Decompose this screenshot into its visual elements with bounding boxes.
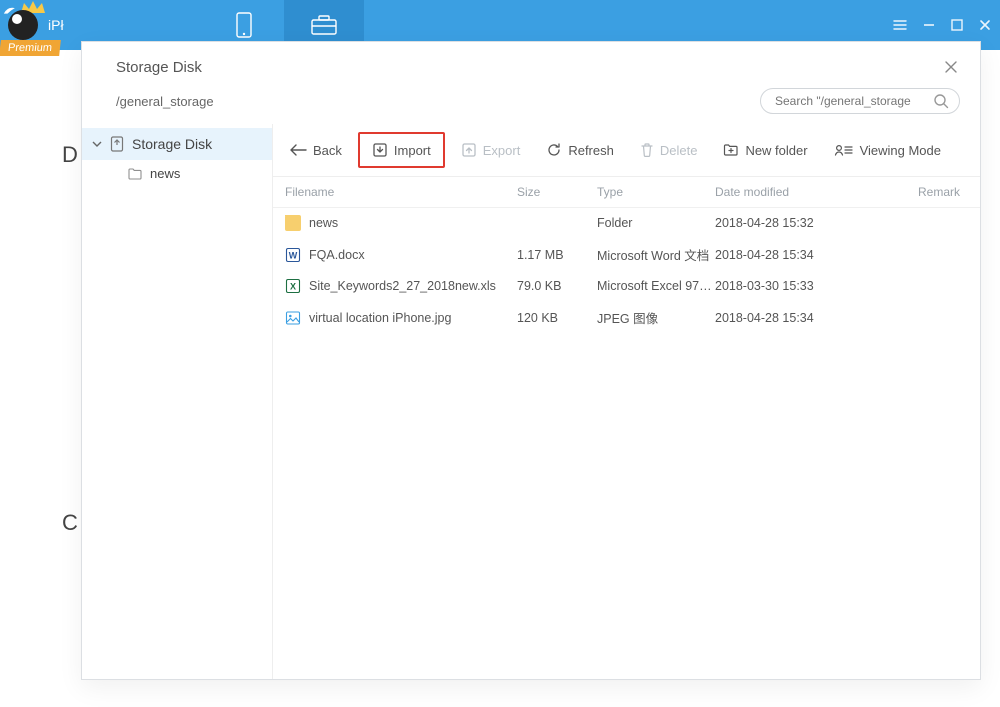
export-button[interactable]: Export: [451, 136, 531, 164]
brand-label: iPł: [48, 17, 64, 33]
arrow-left-icon: [289, 144, 307, 156]
svg-text:W: W: [289, 250, 298, 260]
menu-icon[interactable]: [892, 17, 908, 33]
refresh-button[interactable]: Refresh: [536, 136, 624, 164]
brand: iPł: [8, 10, 64, 40]
tree-child-news[interactable]: news: [82, 160, 272, 187]
trash-icon: [640, 142, 654, 158]
folder-icon: [128, 168, 142, 180]
bg-text-c: C: [62, 510, 78, 536]
image-file-icon: [285, 310, 301, 326]
tree-root-label: Storage Disk: [132, 136, 212, 152]
close-icon: [942, 58, 960, 76]
refresh-label: Refresh: [568, 143, 614, 158]
col-date[interactable]: Date modified: [715, 185, 841, 199]
cell-date: 2018-04-28 15:34: [715, 311, 841, 325]
window-close-button[interactable]: [978, 18, 992, 32]
back-label: Back: [313, 143, 342, 158]
cell-type: Folder: [597, 216, 715, 230]
cell-filename: FQA.docx: [309, 248, 365, 262]
folder-icon: [285, 215, 301, 231]
toolbox-icon: [310, 14, 338, 36]
back-button[interactable]: Back: [279, 137, 352, 164]
import-icon: [372, 142, 388, 158]
viewing-mode-label: Viewing Mode: [860, 143, 941, 158]
delete-button[interactable]: Delete: [630, 136, 708, 164]
col-size[interactable]: Size: [517, 185, 597, 199]
storage-disk-modal: Storage Disk /general_storage Storage Di…: [81, 41, 981, 680]
premium-badge: Premium: [0, 40, 61, 56]
cell-size: 79.0 KB: [517, 279, 597, 293]
toolbar: Back Import Export Refresh: [273, 124, 980, 177]
cell-size: 1.17 MB: [517, 248, 597, 262]
search-input[interactable]: [775, 94, 933, 108]
logo-icon: [8, 10, 38, 40]
cell-type: Microsoft Word 文档: [597, 245, 715, 264]
refresh-icon: [546, 142, 562, 158]
content-area: Back Import Export Refresh: [272, 124, 980, 679]
word-file-icon: W: [285, 247, 301, 263]
col-remark[interactable]: Remark: [841, 185, 968, 199]
cell-type: JPEG 图像: [597, 308, 715, 327]
excel-file-icon: X: [285, 278, 301, 294]
cell-filename: Site_Keywords2_27_2018new.xls: [309, 279, 496, 293]
chevron-down-icon: [92, 139, 102, 149]
table-body: news Folder 2018-04-28 15:32 W FQA.docx …: [273, 208, 980, 679]
minimize-button[interactable]: [922, 18, 936, 32]
table-row[interactable]: news Folder 2018-04-28 15:32: [273, 208, 980, 238]
tree-root-storage-disk[interactable]: Storage Disk: [82, 128, 272, 160]
search-box[interactable]: [760, 88, 960, 114]
modal-close-button[interactable]: [942, 58, 960, 76]
user-list-icon: [834, 143, 854, 157]
breadcrumb[interactable]: /general_storage: [116, 94, 214, 109]
sidebar: Storage Disk news: [82, 124, 272, 679]
svg-text:X: X: [290, 282, 296, 292]
bg-text-d: D: [62, 142, 78, 168]
table-row[interactable]: X Site_Keywords2_27_2018new.xls 79.0 KB …: [273, 271, 980, 301]
new-folder-button[interactable]: New folder: [713, 137, 817, 164]
modal-title: Storage Disk: [116, 59, 202, 76]
cell-filename: news: [309, 216, 338, 230]
new-folder-icon: [723, 143, 739, 157]
tree-child-label: news: [150, 166, 180, 181]
storage-icon: [110, 136, 124, 152]
new-folder-label: New folder: [745, 143, 807, 158]
import-label: Import: [394, 143, 431, 158]
viewing-mode-button[interactable]: Viewing Mode: [824, 137, 951, 164]
cell-date: 2018-03-30 15:33: [715, 279, 841, 293]
delete-label: Delete: [660, 143, 698, 158]
table-row[interactable]: virtual location iPhone.jpg 120 KB JPEG …: [273, 301, 980, 334]
import-button[interactable]: Import: [362, 136, 441, 164]
phone-icon: [234, 11, 254, 39]
export-label: Export: [483, 143, 521, 158]
col-filename[interactable]: Filename: [285, 185, 517, 199]
maximize-button[interactable]: [950, 18, 964, 32]
import-highlight: Import: [358, 132, 445, 168]
table-row[interactable]: W FQA.docx 1.17 MB Microsoft Word 文档 201…: [273, 238, 980, 271]
col-type[interactable]: Type: [597, 185, 715, 199]
search-icon: [933, 93, 949, 109]
export-icon: [461, 142, 477, 158]
cell-filename: virtual location iPhone.jpg: [309, 311, 451, 325]
table-header: Filename Size Type Date modified Remark: [273, 177, 980, 208]
cell-date: 2018-04-28 15:32: [715, 216, 841, 230]
cell-type: Microsoft Excel 97-20: [597, 279, 715, 293]
cell-date: 2018-04-28 15:34: [715, 248, 841, 262]
cell-size: 120 KB: [517, 311, 597, 325]
